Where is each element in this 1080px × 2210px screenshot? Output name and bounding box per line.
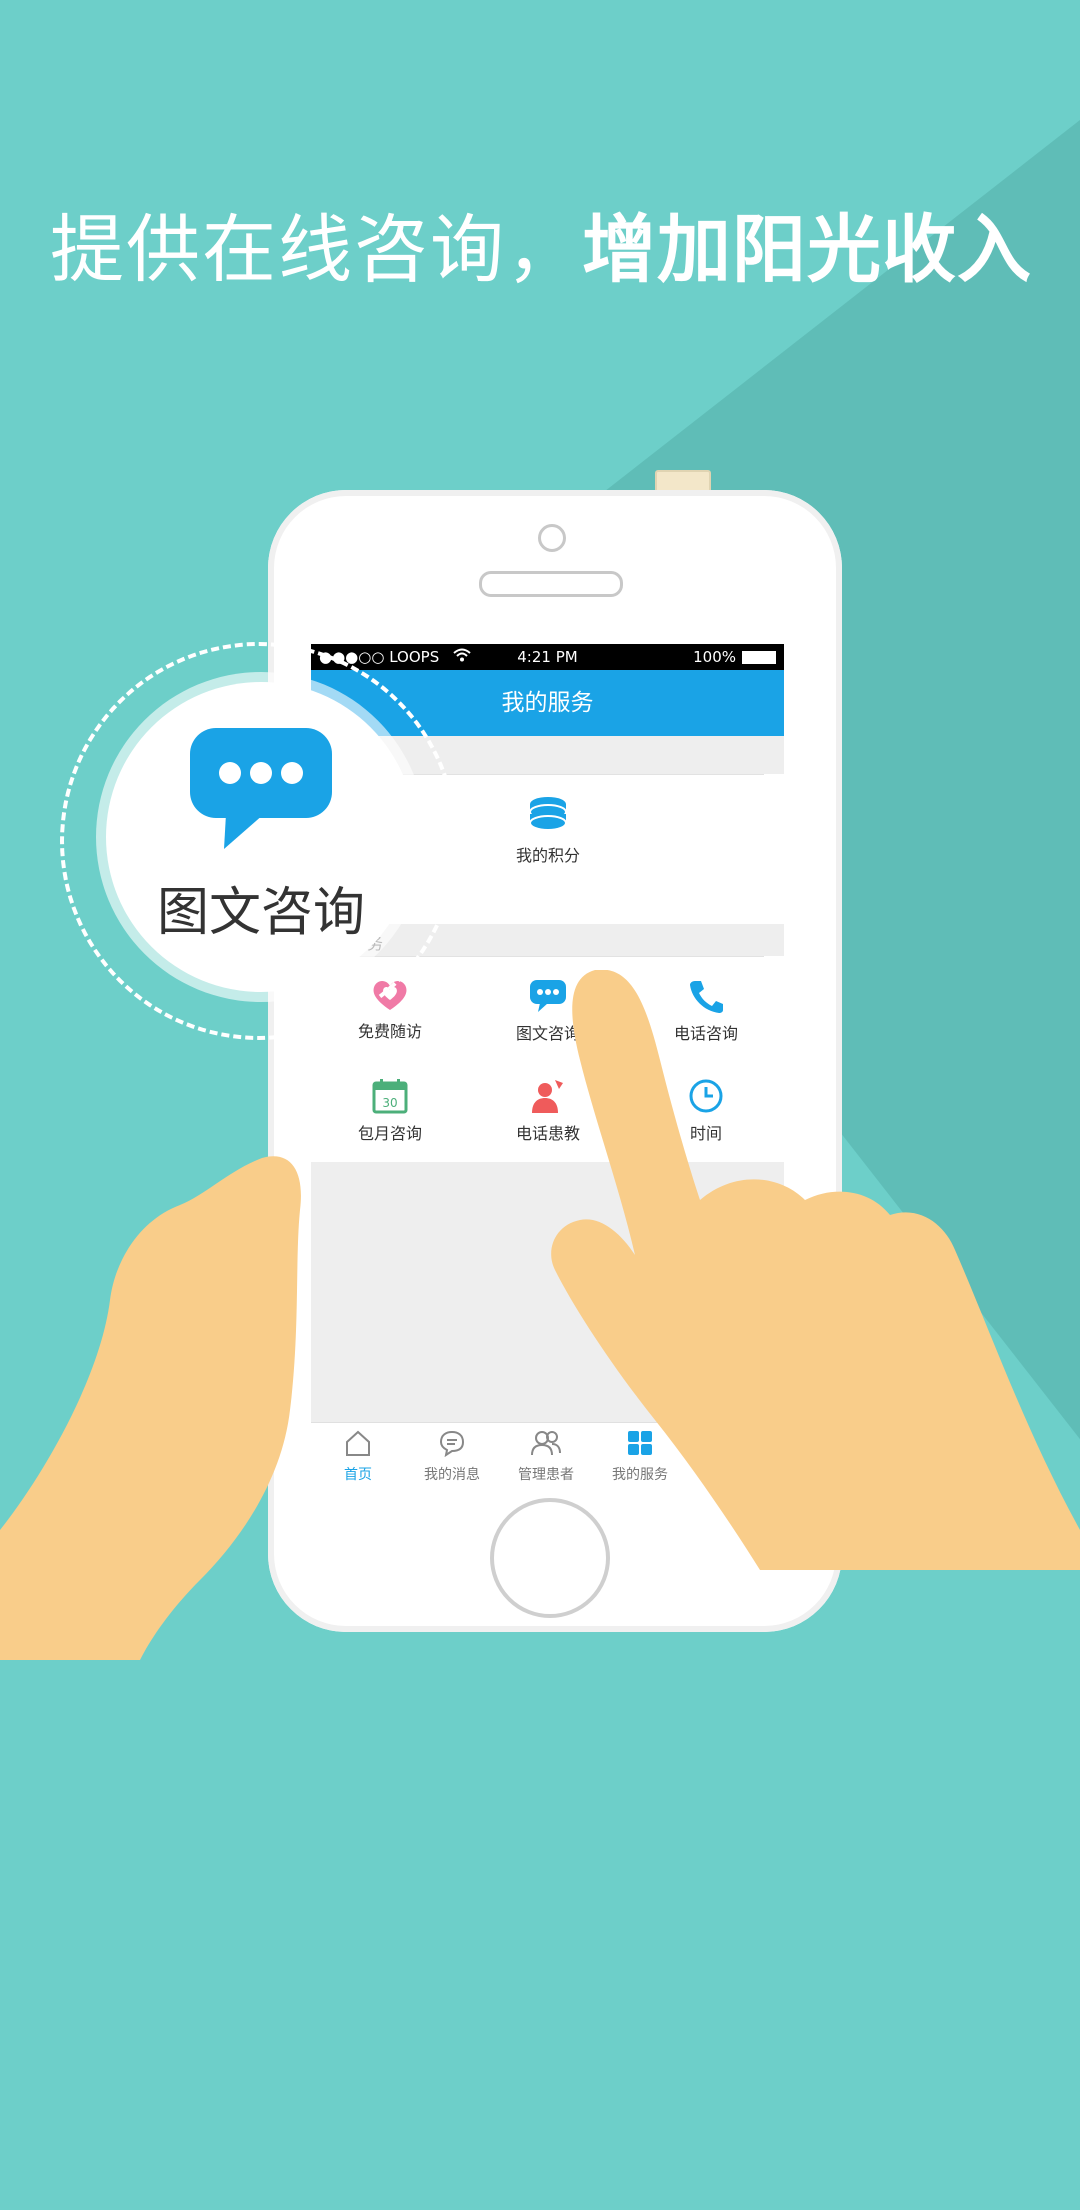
- callout-label: 图文咨询: [156, 883, 365, 943]
- calendar-icon: 30: [372, 1079, 408, 1114]
- left-hand: [0, 1156, 301, 1660]
- monthly-consult-button[interactable]: 30 包月咨询: [311, 1078, 469, 1144]
- chat-bubble-icon: [190, 728, 332, 849]
- headline-light: 提供在线咨询，: [50, 207, 582, 293]
- headline-bold: 增加阳光收入: [582, 207, 1032, 293]
- battery-icon: [742, 651, 776, 664]
- home-icon: [346, 1430, 370, 1456]
- monthly-consult-label: 包月咨询: [357, 1124, 422, 1143]
- tab-messages-label: 我的消息: [424, 1467, 480, 1483]
- tab-home-label: 首页: [344, 1467, 372, 1483]
- status-bar: ●●●○○ LOOPS 4:21 PM 100%: [311, 644, 784, 670]
- message-icon: [439, 1430, 465, 1458]
- headline: 提供在线咨询，增加阳光收入: [50, 195, 1060, 305]
- tab-home[interactable]: 首页: [311, 1429, 405, 1484]
- calendar-day: 30: [382, 1096, 397, 1110]
- phone-speaker: [479, 571, 623, 597]
- right-hand: [551, 970, 1080, 1570]
- battery-label: 100%: [693, 648, 736, 666]
- callout-bubble: 图文咨询: [106, 682, 416, 992]
- phone-camera: [538, 524, 566, 552]
- coins-icon: [529, 797, 567, 831]
- tab-messages[interactable]: 我的消息: [405, 1429, 499, 1484]
- my-points-label: 我的积分: [515, 846, 580, 865]
- my-points-button[interactable]: 我的积分: [469, 796, 627, 866]
